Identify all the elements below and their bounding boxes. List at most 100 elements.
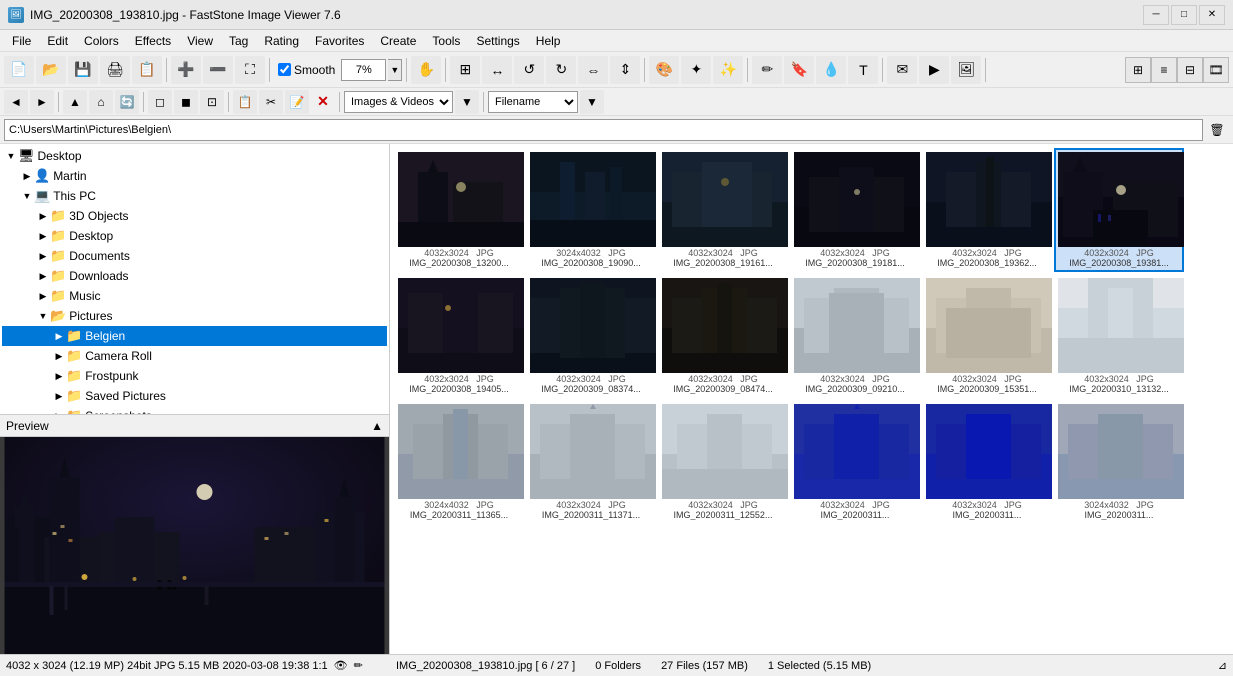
image-thumb[interactable]: 4032x3024 JPG IMG_20200308_19362... <box>922 148 1052 272</box>
menu-create[interactable]: Create <box>372 32 424 50</box>
sidebar-item-downloads[interactable]: ▶ 📁 Downloads <box>2 266 387 286</box>
deselect-all[interactable]: ◼ <box>174 90 198 114</box>
effects-button[interactable]: ✨ <box>713 56 743 84</box>
sidebar-item-3dobjects[interactable]: ▶ 📁 3D Objects <box>2 206 387 226</box>
sidebar-item-screenshots[interactable]: ▶ 📁 Screenshots <box>2 406 387 414</box>
flip-h[interactable]: ⇔ <box>578 56 608 84</box>
image-thumb[interactable]: 4032x3024 JPG IMG_20200311_12552... <box>658 400 788 524</box>
menu-rating[interactable]: Rating <box>256 32 307 50</box>
close-button[interactable]: ✕ <box>1199 5 1225 25</box>
stamp-button[interactable]: 🔖 <box>784 56 814 84</box>
sidebar-item-cameraroll[interactable]: ▶ 📁 Camera Roll <box>2 346 387 366</box>
image-thumb[interactable]: 4032x3024 JPG IMG_20200309_15351... <box>922 274 1052 398</box>
menu-settings[interactable]: Settings <box>468 32 527 50</box>
image-thumb[interactable]: 4032x3024 JPG IMG_20200308_13200... <box>394 148 524 272</box>
copy-files[interactable]: 📋 <box>233 90 257 114</box>
fit-button[interactable]: ⛶ <box>235 56 265 84</box>
sidebar-item-frostpunk[interactable]: ▶ 📁 Frostpunk <box>2 366 387 386</box>
smooth-checkbox[interactable] <box>278 63 291 76</box>
sidebar-item-belgien[interactable]: ▶ 📁 Belgien <box>2 326 387 346</box>
nav-up[interactable]: ▲ <box>63 90 87 114</box>
image-thumb[interactable]: 4032x3024 JPG IMG_20200308_19161... <box>658 148 788 272</box>
convert-button[interactable]: 📋 <box>132 56 162 84</box>
image-thumb[interactable]: 4032x3024 JPG IMG_20200308_19181... <box>790 148 920 272</box>
nav-forward[interactable]: ► <box>30 90 54 114</box>
zoom-input[interactable] <box>341 59 386 81</box>
delete-button[interactable]: ✕ <box>311 90 335 114</box>
draw-button[interactable]: ✏ <box>752 56 782 84</box>
sidebar-item-documents[interactable]: ▶ 📁 Documents <box>2 246 387 266</box>
menu-file[interactable]: File <box>4 32 39 50</box>
image-thumb[interactable]: 4032x3024 JPG IMG_20200310_13132... <box>1054 274 1184 398</box>
crop-button[interactable]: ⊞ <box>450 56 480 84</box>
menu-tag[interactable]: Tag <box>221 32 256 50</box>
sort-select[interactable]: Filename Date Size Type <box>488 91 578 113</box>
move-files[interactable]: ✂ <box>259 90 283 114</box>
menu-view[interactable]: View <box>179 32 221 50</box>
new-button[interactable]: 📄 <box>4 56 34 84</box>
address-input[interactable] <box>4 119 1203 141</box>
flip-v[interactable]: ⇕ <box>610 56 640 84</box>
minimize-button[interactable]: ─ <box>1143 5 1169 25</box>
zoom-out-button[interactable]: ➖ <box>203 56 233 84</box>
rotate-cw[interactable]: ↻ <box>546 56 576 84</box>
image-thumb[interactable]: 3024x4032 JPG IMG_20200308_19090... <box>526 148 656 272</box>
sidebar-item-pictures[interactable]: ▼ 📂 Pictures <box>2 306 387 326</box>
menu-effects[interactable]: Effects <box>127 32 179 50</box>
preview-header[interactable]: Preview ▲ <box>0 415 389 437</box>
view-thumbnails-btn[interactable]: ⊞ <box>1125 57 1151 83</box>
save-button[interactable]: 💾 <box>68 56 98 84</box>
zoom-dropdown-arrow[interactable]: ▼ <box>388 59 402 81</box>
text-button[interactable]: T <box>848 56 878 84</box>
smooth-check[interactable]: Smooth <box>274 61 339 79</box>
sidebar-item-thispc[interactable]: ▼ 💻 This PC <box>2 186 387 206</box>
image-thumb[interactable]: 4032x3024 JPG IMG_20200308_19405... <box>394 274 524 398</box>
slideshow-button[interactable]: ▶ <box>919 56 949 84</box>
image-thumb[interactable]: 4032x3024 JPG IMG_20200309_09210... <box>790 274 920 398</box>
hand-tool[interactable]: ✋ <box>411 56 441 84</box>
menu-favorites[interactable]: Favorites <box>307 32 372 50</box>
nav-home[interactable]: ⌂ <box>89 90 113 114</box>
sidebar-item-savedpictures[interactable]: ▶ 📁 Saved Pictures <box>2 386 387 406</box>
image-thumb[interactable]: 4032x3024 JPG IMG_20200311... <box>790 400 920 524</box>
sort-arrow[interactable]: ▼ <box>580 90 604 114</box>
menu-edit[interactable]: Edit <box>39 32 76 50</box>
print-button[interactable]: 🖨 <box>100 56 130 84</box>
rotate-ccw[interactable]: ↺ <box>514 56 544 84</box>
image-thumb[interactable]: 3024x4032 JPG IMG_20200311_11365... <box>394 400 524 524</box>
view-list-btn[interactable]: ≡ <box>1151 57 1177 83</box>
resize-button[interactable]: ↔ <box>482 56 512 84</box>
folder-open-icon: 📂 <box>50 308 66 324</box>
sharpen-button[interactable]: ✦ <box>681 56 711 84</box>
image-thumb[interactable]: 3024x4032 JPG IMG_20200311... <box>1054 400 1184 524</box>
sidebar-item-music[interactable]: ▶ 📁 Music <box>2 286 387 306</box>
open-button[interactable]: 📂 <box>36 56 66 84</box>
sidebar-item-desktop-pc[interactable]: ▶ 📁 Desktop <box>2 226 387 246</box>
filter-select[interactable]: Images & Videos Images Only Videos Only <box>344 91 453 113</box>
menu-colors[interactable]: Colors <box>76 32 127 50</box>
maximize-button[interactable]: □ <box>1171 5 1197 25</box>
nav-back[interactable]: ◄ <box>4 90 28 114</box>
menu-tools[interactable]: Tools <box>424 32 468 50</box>
image-thumb[interactable]: 4032x3024 JPG IMG_20200311... <box>922 400 1052 524</box>
clear-history-button[interactable]: 🗑 <box>1205 118 1229 142</box>
menu-help[interactable]: Help <box>528 32 569 50</box>
image-thumb[interactable]: 4032x3024 JPG IMG_20200309_08474... <box>658 274 788 398</box>
image-thumb[interactable]: 4032x3024 JPG IMG_20200311_11371... <box>526 400 656 524</box>
filter-arrow[interactable]: ▼ <box>455 90 479 114</box>
rename-files[interactable]: 📝 <box>285 90 309 114</box>
email-button[interactable]: ✉ <box>887 56 917 84</box>
nav-refresh[interactable]: 🔄 <box>115 90 139 114</box>
image-thumb-selected[interactable]: 4032x3024 JPG IMG_20200308_19381... <box>1054 148 1184 272</box>
view-details-btn[interactable]: ⊟ <box>1177 57 1203 83</box>
color-button[interactable]: 🎨 <box>649 56 679 84</box>
zoom-in-button[interactable]: ➕ <box>171 56 201 84</box>
invert-sel[interactable]: ⊡ <box>200 90 224 114</box>
select-all[interactable]: ◻ <box>148 90 172 114</box>
sidebar-item-desktop[interactable]: ▼ 🖥 Desktop <box>2 146 387 166</box>
sidebar-item-martin[interactable]: ▶ 👤 Martin <box>2 166 387 186</box>
wallpaper-button[interactable]: 🖼 <box>951 56 981 84</box>
watermark-button[interactable]: 💧 <box>816 56 846 84</box>
image-thumb[interactable]: 4032x3024 JPG IMG_20200309_08374... <box>526 274 656 398</box>
view-filmstrip-btn[interactable]: 🎞 <box>1203 57 1229 83</box>
